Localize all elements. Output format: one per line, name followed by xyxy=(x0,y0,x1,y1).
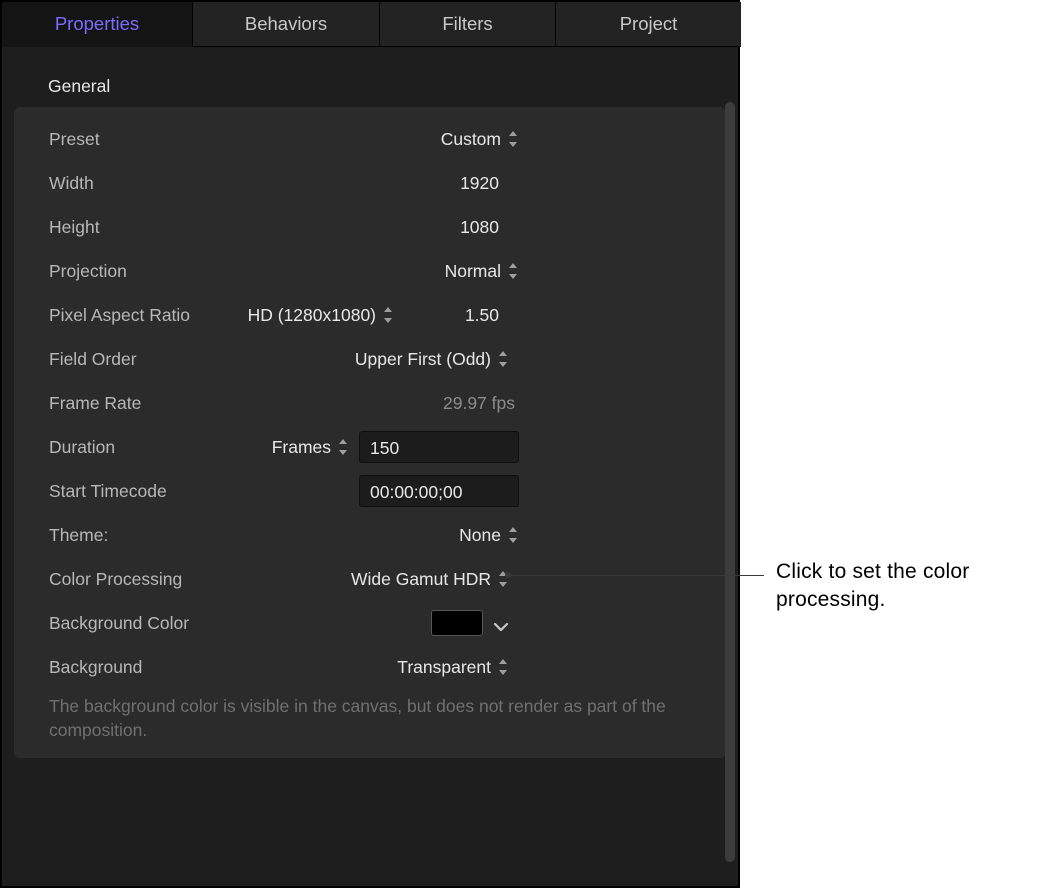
duration-unit-popup[interactable]: Frames xyxy=(272,437,349,458)
label-par: Pixel Aspect Ratio xyxy=(49,305,229,326)
color-processing-popup[interactable]: Wide Gamut HDR xyxy=(351,569,509,590)
row-pixel-aspect-ratio: Pixel Aspect Ratio HD (1280x1080) 1.50 xyxy=(24,293,716,337)
tab-behaviors[interactable]: Behaviors xyxy=(193,2,380,47)
width-value[interactable]: 1920 xyxy=(460,173,499,194)
general-group: General Preset Custom Width xyxy=(14,66,726,758)
callout-line xyxy=(508,575,764,576)
label-theme: Theme: xyxy=(49,525,229,546)
inspector-tabs: Properties Behaviors Filters Project xyxy=(2,2,738,47)
up-down-arrows-icon xyxy=(382,306,394,324)
background-value: Transparent xyxy=(397,657,491,678)
tab-label: Filters xyxy=(442,13,492,35)
row-start-timecode: Start Timecode 00:00:00;00 xyxy=(24,469,716,513)
theme-popup[interactable]: None xyxy=(459,525,519,546)
projection-popup[interactable]: Normal xyxy=(445,261,519,282)
row-field-order: Field Order Upper First (Odd) xyxy=(24,337,716,381)
inspector-panel: Properties Behaviors Filters Project Gen… xyxy=(0,0,740,888)
row-width: Width 1920 xyxy=(24,161,716,205)
up-down-arrows-icon xyxy=(497,350,509,368)
bg-color-well[interactable] xyxy=(431,610,509,636)
callout-text: Click to set the color processing. xyxy=(776,558,1016,613)
projection-value: Normal xyxy=(445,261,501,282)
row-background: Background Transparent xyxy=(24,645,716,689)
group-body: Preset Custom Width 1920 xyxy=(14,107,726,758)
par-popup[interactable]: HD (1280x1080) xyxy=(248,305,394,326)
row-duration: Duration Frames 150 xyxy=(24,425,716,469)
row-theme: Theme: None xyxy=(24,513,716,557)
up-down-arrows-icon xyxy=(337,438,349,456)
up-down-arrows-icon xyxy=(507,262,519,280)
label-bg-color: Background Color xyxy=(49,613,229,634)
row-background-color: Background Color xyxy=(24,601,716,645)
par-value: HD (1280x1080) xyxy=(248,305,376,326)
duration-unit: Frames xyxy=(272,437,331,458)
tab-label: Properties xyxy=(55,13,139,35)
row-color-processing: Color Processing Wide Gamut HDR xyxy=(24,557,716,601)
color-swatch[interactable] xyxy=(431,610,483,636)
chevron-down-icon[interactable] xyxy=(493,617,509,629)
row-preset: Preset Custom xyxy=(24,117,716,161)
label-field-order: Field Order xyxy=(49,349,229,370)
label-duration: Duration xyxy=(49,437,229,458)
tab-filters[interactable]: Filters xyxy=(380,2,556,47)
inspector-body: General Preset Custom Width xyxy=(2,48,738,886)
frame-rate-value: 29.97 fps xyxy=(443,393,515,414)
label-background: Background xyxy=(49,657,229,678)
tab-label: Project xyxy=(620,13,678,35)
label-projection: Projection xyxy=(49,261,229,282)
label-start-timecode: Start Timecode xyxy=(49,481,229,502)
background-hint: The background color is visible in the c… xyxy=(24,689,709,742)
row-frame-rate: Frame Rate 29.97 fps xyxy=(24,381,716,425)
label-height: Height xyxy=(49,217,229,238)
tab-project[interactable]: Project xyxy=(556,2,741,47)
up-down-arrows-icon xyxy=(507,130,519,148)
label-color-processing: Color Processing xyxy=(49,569,229,590)
preset-value: Custom xyxy=(441,129,501,150)
background-popup[interactable]: Transparent xyxy=(397,657,509,678)
row-height: Height 1080 xyxy=(24,205,716,249)
scrollbar-thumb[interactable] xyxy=(725,102,735,862)
start-timecode-input[interactable]: 00:00:00;00 xyxy=(359,475,519,507)
label-width: Width xyxy=(49,173,229,194)
row-projection: Projection Normal xyxy=(24,249,716,293)
duration-input[interactable]: 150 xyxy=(359,431,519,463)
theme-value: None xyxy=(459,525,501,546)
up-down-arrows-icon xyxy=(507,526,519,544)
label-preset: Preset xyxy=(49,129,229,150)
up-down-arrows-icon xyxy=(497,658,509,676)
height-value[interactable]: 1080 xyxy=(460,217,499,238)
preset-popup[interactable]: Custom xyxy=(441,129,519,150)
tab-properties[interactable]: Properties xyxy=(2,2,193,47)
field-order-value: Upper First (Odd) xyxy=(355,349,491,370)
color-processing-value: Wide Gamut HDR xyxy=(351,569,491,590)
label-frame-rate: Frame Rate xyxy=(49,393,229,414)
par-numeric[interactable]: 1.50 xyxy=(465,305,499,326)
group-title: General xyxy=(14,66,726,107)
tab-label: Behaviors xyxy=(245,13,327,35)
field-order-popup[interactable]: Upper First (Odd) xyxy=(355,349,509,370)
